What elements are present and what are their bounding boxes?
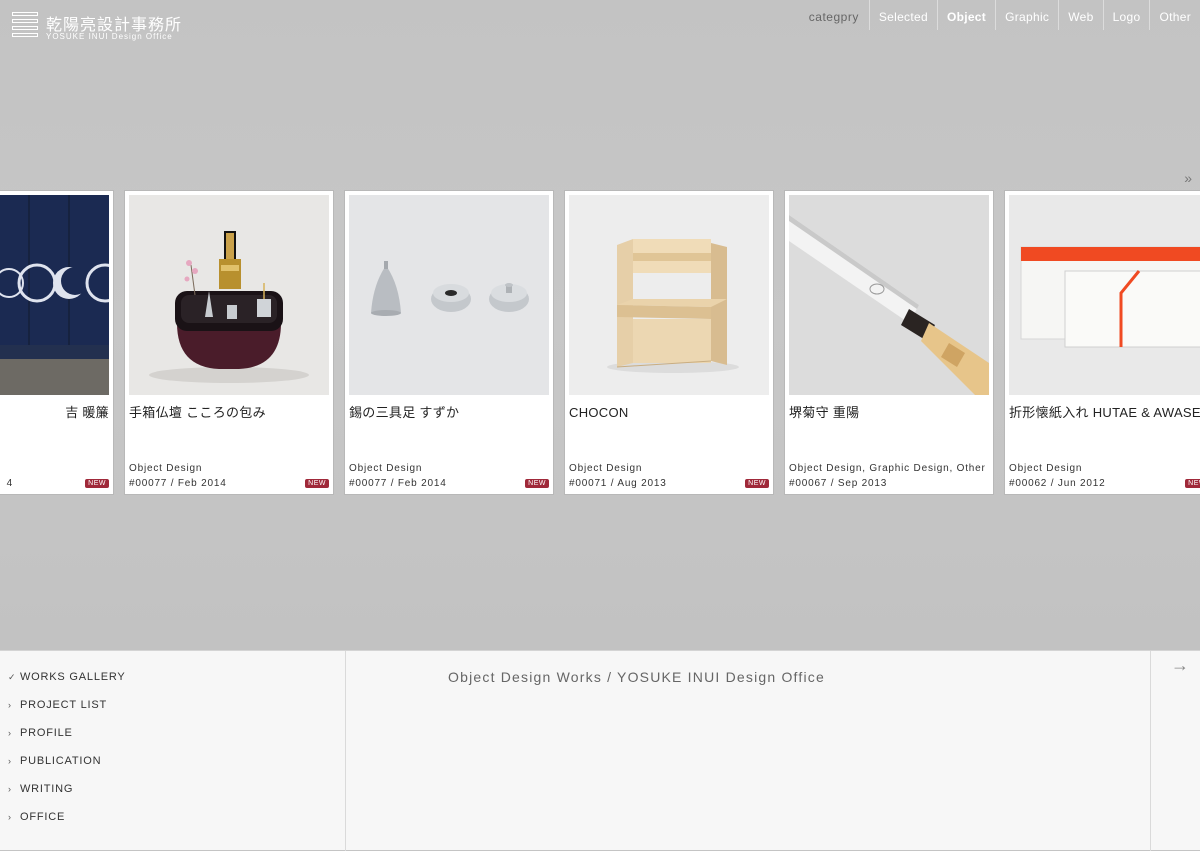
footer-panel: ✓ WORKS GALLERY › PROJECT LIST › PROFILE › P… [0, 650, 1200, 851]
nav-label: OFFICE [20, 811, 66, 823]
work-card[interactable]: 吉 暖簾 4 NEW [0, 190, 114, 495]
work-title: CHOCON [569, 405, 629, 420]
logo-mark-icon [12, 12, 38, 38]
work-title: 吉 暖簾 [65, 405, 109, 420]
page-heading: Object Design Works / YOSUKE INUI Design… [448, 669, 825, 685]
work-title: 手箱仏壇 こころの包み [129, 405, 266, 420]
work-thumbnail-hutae [1009, 195, 1200, 395]
work-card[interactable]: 堺菊守 重陽 Object Design, Graphic Design, Ot… [784, 190, 994, 495]
work-meta: #00067 / Sep 2013 [789, 478, 888, 489]
new-badge: NEW [305, 479, 329, 488]
gallery-area: 乾陽亮設計事務所 YOSUKE INUI Design Office categ… [0, 0, 1200, 650]
nav-publication[interactable]: › PUBLICATION [8, 755, 101, 767]
category-object[interactable]: Object [936, 0, 995, 30]
new-badge: NEW [745, 479, 769, 488]
work-thumbnail-butsudan [129, 195, 329, 395]
arrow-right-icon[interactable]: → [1171, 655, 1189, 676]
category-logo[interactable]: Logo [1102, 0, 1150, 30]
work-meta: #00077 / Feb 2014 [129, 478, 227, 489]
nav-label: PROJECT LIST [20, 699, 108, 711]
nav-label: WRITING [20, 783, 74, 795]
work-meta: #00071 / Aug 2013 [569, 478, 667, 489]
work-card[interactable]: 折形懐紙入れ HUTAE & AWASE Object Design #0006… [1004, 190, 1200, 495]
right-column: → [1150, 651, 1200, 851]
category-other[interactable]: Other [1149, 0, 1200, 30]
new-badge: NEW [1185, 479, 1200, 488]
category-label: categpry [808, 10, 859, 24]
work-card[interactable]: 手箱仏壇 こころの包み Object Design #00077 / Feb 2… [124, 190, 334, 495]
work-category: Object Design [129, 463, 203, 474]
nav-label: WORKS GALLERY [20, 671, 126, 683]
category-nav: categpry Selected Object Graphic Web Log… [799, 0, 1200, 30]
chevron-right-icon: › [8, 756, 12, 766]
category-graphic[interactable]: Graphic [995, 0, 1058, 30]
work-category: Object Design [349, 463, 423, 474]
work-meta: #00077 / Feb 2014 [349, 478, 447, 489]
nav-label: PROFILE [20, 727, 73, 739]
new-badge: NEW [85, 479, 109, 488]
work-title: 堺菊守 重陽 [789, 405, 860, 420]
new-badge: NEW [525, 479, 549, 488]
nav-writing[interactable]: › WRITING [8, 783, 73, 795]
chevron-right-icon: › [8, 812, 12, 822]
category-selected[interactable]: Selected [868, 0, 937, 30]
work-card[interactable]: CHOCON Object Design #00071 / Aug 2013 N… [564, 190, 774, 495]
work-thumbnail-knife [789, 195, 989, 395]
check-icon: ✓ [8, 672, 17, 682]
carousel-next-icon[interactable]: » [1184, 170, 1192, 186]
side-nav: ✓ WORKS GALLERY › PROJECT LIST › PROFILE › P… [0, 651, 346, 851]
chevron-right-icon: › [8, 784, 12, 794]
nav-profile[interactable]: › PROFILE [8, 727, 73, 739]
work-category: Object Design, Graphic Design, Other [789, 463, 986, 474]
work-meta: #00062 / Jun 2012 [1009, 478, 1106, 489]
work-thumbnail-chocon [569, 195, 769, 395]
work-card[interactable]: 錫の三具足 すずか Object Design #00077 / Feb 201… [344, 190, 554, 495]
nav-label: PUBLICATION [20, 755, 102, 767]
logo-title-en: YOSUKE INUI Design Office [46, 32, 173, 41]
site-logo[interactable]: 乾陽亮設計事務所 YOSUKE INUI Design Office [12, 10, 192, 44]
nav-office[interactable]: › OFFICE [8, 811, 65, 823]
work-category: Object Design [1009, 463, 1083, 474]
work-category: Object Design [569, 463, 643, 474]
work-title: 錫の三具足 すずか [349, 405, 460, 420]
nav-works-gallery[interactable]: ✓ WORKS GALLERY [8, 671, 126, 683]
category-web[interactable]: Web [1058, 0, 1102, 30]
nav-project-list[interactable]: › PROJECT LIST [8, 699, 107, 711]
work-thumbnail-noren [0, 195, 109, 395]
work-title: 折形懐紙入れ HUTAE & AWASE [1009, 405, 1200, 420]
work-meta: 4 [6, 478, 13, 489]
chevron-right-icon: › [8, 728, 12, 738]
chevron-right-icon: › [8, 700, 12, 710]
works-carousel: 吉 暖簾 4 NEW 手箱仏壇 こころの包み Object Design #00… [0, 190, 1200, 495]
work-thumbnail-suzuka [349, 195, 549, 395]
